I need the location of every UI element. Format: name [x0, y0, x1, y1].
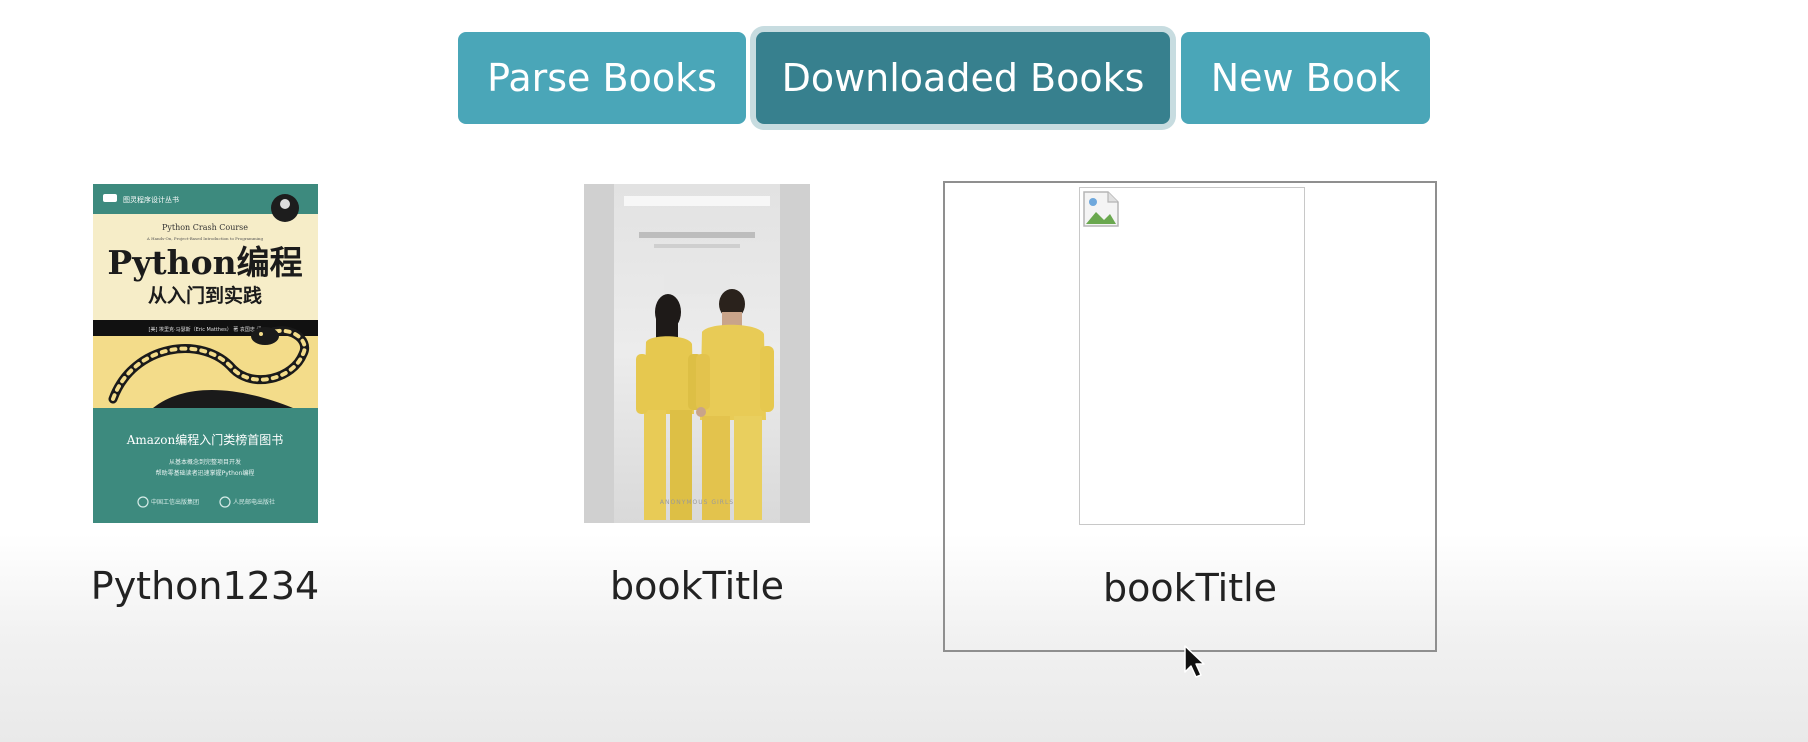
parse-books-button[interactable]: Parse Books: [458, 32, 746, 124]
couple-cover-art: ANONYMOUS GIRLS: [584, 184, 810, 523]
book-title: bookTitle: [609, 564, 785, 608]
english-subtitle-text: Python Crash Course: [162, 223, 248, 232]
downloaded-books-button[interactable]: Downloaded Books: [756, 32, 1170, 124]
book-title: Python1234: [90, 564, 320, 608]
new-book-button[interactable]: New Book: [1181, 32, 1430, 124]
publisher-text-1: 中国工信出版集团: [151, 498, 199, 506]
book-title: bookTitle: [1102, 566, 1278, 610]
author-line-text: [美] 埃里克·马瑟斯（Eric Matthes） 著 袁国忠 译: [149, 326, 262, 333]
chinese-title-text: Python编程: [107, 243, 302, 282]
book-card[interactable]: 图灵程序设计丛书 Python Crash Course A Hands-On,…: [60, 170, 350, 640]
book-cover-image[interactable]: [1079, 187, 1305, 525]
python-cover-art: 图灵程序设计丛书 Python Crash Course A Hands-On,…: [93, 184, 318, 523]
badge-text: Amazon编程入门类榜首图书: [126, 432, 283, 447]
book-cover-image[interactable]: 图灵程序设计丛书 Python Crash Course A Hands-On,…: [93, 184, 318, 523]
blurb-line-1: 从基本概念到完整项目开发: [169, 458, 241, 466]
book-card[interactable]: ANONYMOUS GIRLS bookTitle: [552, 170, 842, 640]
publisher-series-text: 图灵程序设计丛书: [123, 195, 179, 204]
blurb-line-2: 帮助零基础读者迅速掌握Python编程: [156, 469, 255, 477]
book-card-selected[interactable]: bookTitle: [943, 181, 1437, 652]
cover-caption: ANONYMOUS GIRLS: [660, 499, 734, 506]
mouse-cursor-icon: [1184, 645, 1205, 678]
publisher-text-2: 人民邮电出版社: [233, 498, 275, 506]
english-tagline-text: A Hands-On, Project-Based Introduction t…: [146, 236, 264, 241]
chinese-subtitle-text: 从入门到实践: [148, 284, 262, 307]
book-cover-image[interactable]: ANONYMOUS GIRLS: [584, 184, 810, 523]
broken-image-icon: [1083, 191, 1119, 227]
